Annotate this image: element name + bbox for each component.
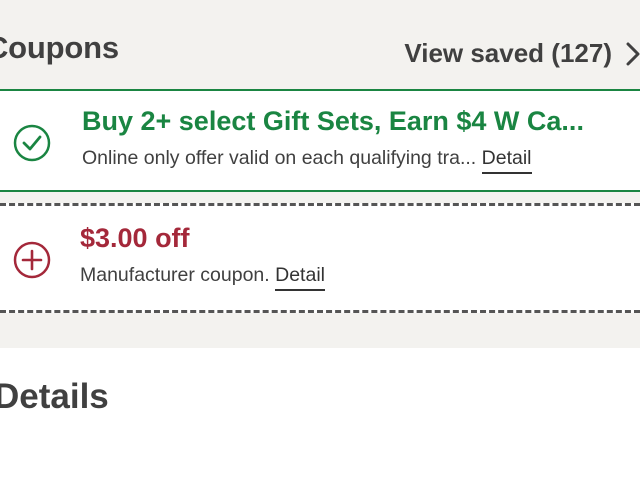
plus-circle-icon[interactable] [12, 240, 52, 280]
coupon-description-text: Manufacturer coupon. [80, 264, 270, 286]
section-title-details: Details [0, 377, 109, 416]
coupon-title: Buy 2+ select Gift Sets, Earn $4 W Ca... [82, 106, 584, 136]
section-title-coupons: Coupons [0, 30, 119, 65]
coupon-description: Manufacturer coupon. Detail [80, 264, 325, 291]
coupon-detail-link[interactable]: Detail [481, 147, 532, 174]
check-circle-icon[interactable] [12, 123, 52, 163]
coupon-description-text: Online only offer valid on each qualifyi… [82, 147, 477, 169]
coupon-card-available[interactable]: $3.00 off Manufacturer coupon. Detail [0, 203, 640, 313]
chevron-right-icon[interactable] [624, 41, 640, 67]
view-saved-link[interactable]: View saved (127) [404, 38, 612, 69]
coupons-header: Coupons View saved (127) [0, 0, 640, 90]
coupon-description: Online only offer valid on each qualifyi… [82, 147, 532, 174]
coupon-detail-link[interactable]: Detail [275, 264, 325, 291]
coupon-card-saved[interactable]: Buy 2+ select Gift Sets, Earn $4 W Ca...… [0, 89, 640, 192]
details-panel: Details [0, 348, 640, 479]
coupon-title: $3.00 off [80, 223, 190, 253]
